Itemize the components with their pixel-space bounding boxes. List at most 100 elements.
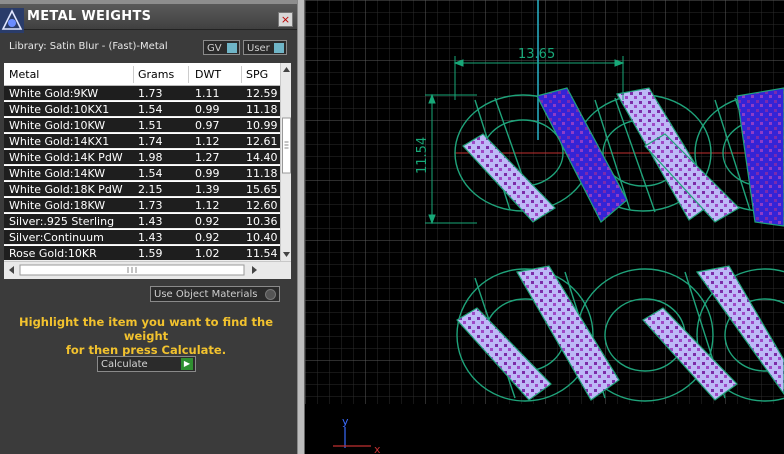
cell-grams: 1.98 <box>138 151 163 164</box>
cell-grams: 1.43 <box>138 231 163 244</box>
radio-icon <box>265 289 276 300</box>
gv-toggle-label: GV <box>207 43 222 54</box>
cell-metal: Rose Gold:10KR <box>9 247 97 260</box>
cell-dwt: 0.92 <box>195 215 220 228</box>
col-header-dwt[interactable]: DWT <box>195 68 221 81</box>
table-row[interactable]: Silver:.925 Sterling 1.43 0.92 10.36 <box>4 214 280 229</box>
panel-splitter[interactable] <box>297 0 305 454</box>
cell-spg: 11.18 <box>246 167 278 180</box>
cell-dwt: 0.99 <box>195 103 220 116</box>
cell-dwt: 1.39 <box>195 183 220 196</box>
vertical-scrollbar-graphic <box>282 67 291 257</box>
table-row[interactable]: White Gold:14KX1 1.74 1.12 12.61 <box>4 134 280 149</box>
horizontal-scrollbar-graphic <box>9 264 257 276</box>
metal-weights-panel: METAL WEIGHTS × Library: Satin Blur - (F… <box>0 0 297 454</box>
table-row[interactable]: Silver:Continuum 1.43 0.92 10.40 <box>4 230 280 245</box>
cell-grams: 1.43 <box>138 215 163 228</box>
dimension-width-label: 13.65 <box>518 47 555 62</box>
cell-spg: 12.60 <box>246 199 278 212</box>
table-row[interactable]: White Gold:10KW 1.51 0.97 10.99 <box>4 118 280 133</box>
cell-grams: 1.73 <box>138 87 163 100</box>
axis-y-label: y <box>342 415 349 428</box>
close-button[interactable]: × <box>278 12 293 27</box>
cell-dwt: 1.12 <box>195 135 220 148</box>
user-toggle-label: User <box>247 43 270 54</box>
cell-spg: 11.54 <box>246 247 278 260</box>
calculate-label: Calculate <box>101 359 148 370</box>
table-header: Metal Grams DWT SPG <box>4 63 280 86</box>
table-row[interactable]: White Gold:14K PdW 1.98 1.27 14.40 <box>4 150 280 165</box>
table-row[interactable]: White Gold:18K PdW 2.15 1.39 15.65 <box>4 182 280 197</box>
cell-spg: 12.61 <box>246 135 278 148</box>
scroll-right-icon <box>252 266 257 274</box>
cell-spg: 10.99 <box>246 119 278 132</box>
scroll-down-icon <box>283 252 290 257</box>
col-separator <box>241 66 242 83</box>
library-label: Library: Satin Blur - (Fast)-Metal <box>9 41 168 52</box>
panel-title: METAL WEIGHTS <box>27 9 152 24</box>
table-row[interactable]: White Gold:10KX1 1.54 0.99 11.18 <box>4 102 280 117</box>
col-header-grams[interactable]: Grams <box>138 68 174 81</box>
cell-metal: White Gold:10KX1 <box>9 103 110 116</box>
cell-spg: 10.40 <box>246 231 278 244</box>
cell-grams: 1.54 <box>138 103 163 116</box>
horizontal-scrollbar[interactable] <box>4 261 291 279</box>
cell-metal: White Gold:14K PdW <box>9 151 123 164</box>
viewport-canvas: 13.65 11.54 y x <box>305 0 784 454</box>
cell-grams: 2.15 <box>138 183 163 196</box>
cell-dwt: 1.11 <box>195 87 220 100</box>
cell-spg: 11.18 <box>246 103 278 116</box>
instruction-text: Highlight the item you want to find the … <box>0 315 292 357</box>
scroll-up-icon <box>283 67 290 72</box>
toggle-knob-icon <box>274 43 284 53</box>
cell-dwt: 1.12 <box>195 199 220 212</box>
cell-spg: 10.36 <box>246 215 278 228</box>
cell-dwt: 0.99 <box>195 167 220 180</box>
cell-dwt: 1.27 <box>195 151 220 164</box>
cell-metal: White Gold:18KW <box>9 199 106 212</box>
col-header-metal[interactable]: Metal <box>9 68 39 81</box>
use-object-materials-label: Use Object Materials <box>154 289 258 300</box>
cell-grams: 1.54 <box>138 167 163 180</box>
cell-dwt: 0.92 <box>195 231 220 244</box>
cad-viewport[interactable]: 13.65 11.54 y x <box>305 0 784 454</box>
user-toggle[interactable]: User <box>243 40 287 55</box>
metal-table[interactable]: Metal Grams DWT SPG White Gold:9KW 1.73 1.… <box>4 63 291 261</box>
cell-metal: Silver:.925 Sterling <box>9 215 115 228</box>
cell-metal: White Gold:18K PdW <box>9 183 123 196</box>
cell-metal: White Gold:14KW <box>9 167 106 180</box>
toggle-knob-icon <box>227 43 237 53</box>
app-logo-icon <box>0 8 24 33</box>
use-object-materials-toggle[interactable]: Use Object Materials <box>150 286 280 302</box>
cell-metal: White Gold:14KX1 <box>9 135 110 148</box>
cell-metal: White Gold:10KW <box>9 119 106 132</box>
instruction-line-1: Highlight the item you want to find the … <box>19 315 273 343</box>
cell-spg: 14.40 <box>246 151 278 164</box>
col-separator <box>133 66 134 83</box>
calculate-button[interactable]: Calculate ▶ <box>97 356 196 372</box>
cell-grams: 1.73 <box>138 199 163 212</box>
axis-x-label: x <box>374 443 381 454</box>
cell-spg: 12.59 <box>246 87 278 100</box>
cell-grams: 1.74 <box>138 135 163 148</box>
scroll-left-icon <box>9 266 14 274</box>
table-row[interactable]: White Gold:18KW 1.73 1.12 12.60 <box>4 198 280 213</box>
vertical-scrollbar[interactable] <box>280 63 291 261</box>
cell-dwt: 0.97 <box>195 119 220 132</box>
col-header-spg[interactable]: SPG <box>246 68 268 81</box>
cell-dwt: 1.02 <box>195 247 220 260</box>
table-row[interactable]: White Gold:14KW 1.54 0.99 11.18 <box>4 166 280 181</box>
cell-grams: 1.51 <box>138 119 163 132</box>
gv-toggle[interactable]: GV <box>203 40 240 55</box>
table-row[interactable]: White Gold:9KW 1.73 1.11 12.59 <box>4 86 280 101</box>
dimension-height-label: 11.54 <box>415 137 430 174</box>
cell-metal: White Gold:9KW <box>9 87 99 100</box>
play-arrow-icon: ▶ <box>181 358 193 370</box>
cell-metal: Silver:Continuum <box>9 231 104 244</box>
instruction-line-2: for then press Calculate. <box>65 343 227 357</box>
cell-grams: 1.59 <box>138 247 163 260</box>
cell-spg: 15.65 <box>246 183 278 196</box>
table-row[interactable]: Rose Gold:10KR 1.59 1.02 11.54 <box>4 246 280 261</box>
col-separator <box>188 66 189 83</box>
panel-titlebar[interactable]: METAL WEIGHTS × <box>0 4 297 33</box>
